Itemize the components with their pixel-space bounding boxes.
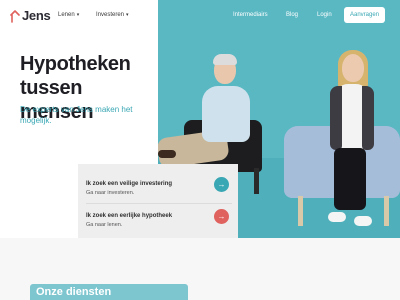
woman-blazer <box>330 86 342 150</box>
woman-shoe <box>328 212 346 222</box>
nav-item-investeren[interactable]: Investeren ▾ <box>96 12 129 18</box>
arrow-right-icon[interactable]: → <box>214 209 229 224</box>
nav-item-label: Investeren <box>96 12 125 18</box>
man-hair <box>213 54 237 65</box>
nav-item-lenen[interactable]: Lenen ▾ <box>58 12 79 18</box>
card-subtitle: Ga naar investeren. <box>86 190 135 196</box>
woman-legs <box>334 148 366 210</box>
chevron-down-icon: ▾ <box>126 12 129 18</box>
man-torso <box>202 86 250 142</box>
card-subtitle: Ga naar lenen. <box>86 222 123 228</box>
card-title: Ik zoek een veilige investering <box>86 181 173 187</box>
arrow-right-icon[interactable]: → <box>214 177 229 192</box>
choice-cards: Ik zoek een veilige investering Ga naar … <box>78 164 238 241</box>
logo-text: Jens <box>22 8 51 23</box>
top-nav: Jens Lenen ▾ Investeren ▾ Intermediairs … <box>0 0 400 34</box>
chevron-down-icon: ▾ <box>76 12 80 18</box>
sofa-leg <box>298 196 303 226</box>
woman-shoe <box>354 216 372 226</box>
sofa-leg <box>384 196 389 226</box>
jens-logo[interactable]: Jens <box>10 8 51 23</box>
woman-blazer <box>362 86 374 150</box>
services-tile: Onze diensten <box>30 284 188 300</box>
services-title: Onze diensten <box>36 286 112 298</box>
nav-link-intermediairs[interactable]: Intermediairs <box>233 12 268 18</box>
armchair-leg <box>254 168 259 194</box>
hero-subtitle: De experts van Jens maken het mogelijk. <box>20 105 133 125</box>
nav-item-label: Lenen <box>58 12 75 18</box>
man-shoe <box>158 150 176 158</box>
card-title: Ik zoek een eerlijke hypotheek <box>86 213 173 219</box>
card-invest[interactable]: Ik zoek een veilige investering Ga naar … <box>86 172 232 202</box>
nav-link-blog[interactable]: Blog <box>286 12 298 18</box>
card-lend[interactable]: Ik zoek een eerlijke hypotheek Ga naar l… <box>86 204 232 234</box>
aanvragen-button[interactable]: Aanvragen <box>344 7 385 23</box>
woman-head <box>342 54 364 82</box>
house-logo-icon <box>10 9 20 23</box>
nav-link-login[interactable]: Login <box>317 12 332 18</box>
